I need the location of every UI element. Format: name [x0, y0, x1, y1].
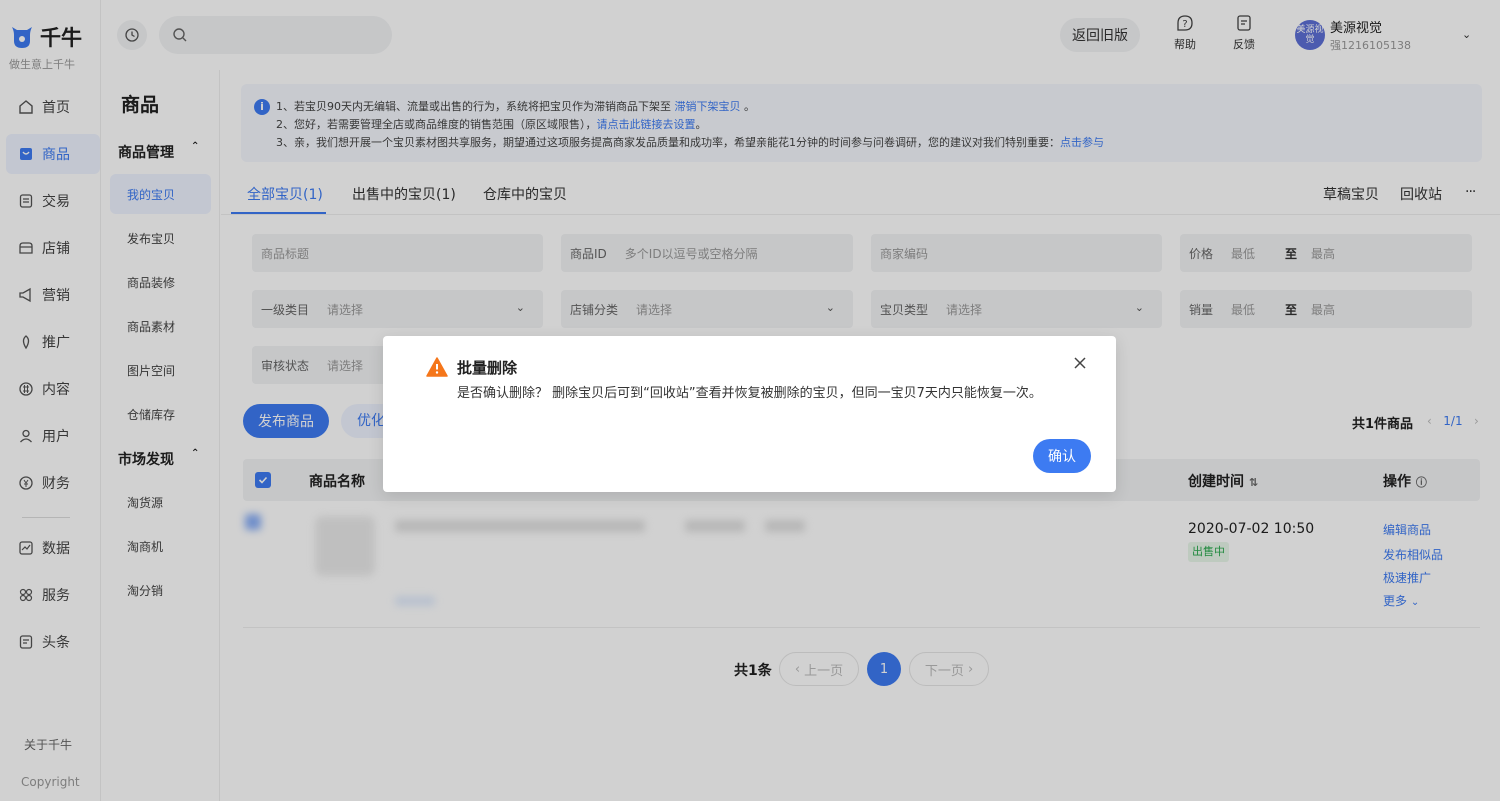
dialog-message: 是否确认删除？ 删除宝贝后可到“回收站”查看并恢复被删除的宝贝，但同一宝贝7天内… [457, 386, 1042, 401]
batch-delete-dialog: 批量删除 是否确认删除？ 删除宝贝后可到“回收站”查看并恢复被删除的宝贝，但同一… [383, 336, 1116, 492]
warning-icon [426, 357, 448, 377]
close-icon[interactable] [1073, 356, 1087, 370]
dialog-title: 批量删除 [457, 359, 518, 377]
confirm-button[interactable]: 确认 [1033, 439, 1091, 473]
